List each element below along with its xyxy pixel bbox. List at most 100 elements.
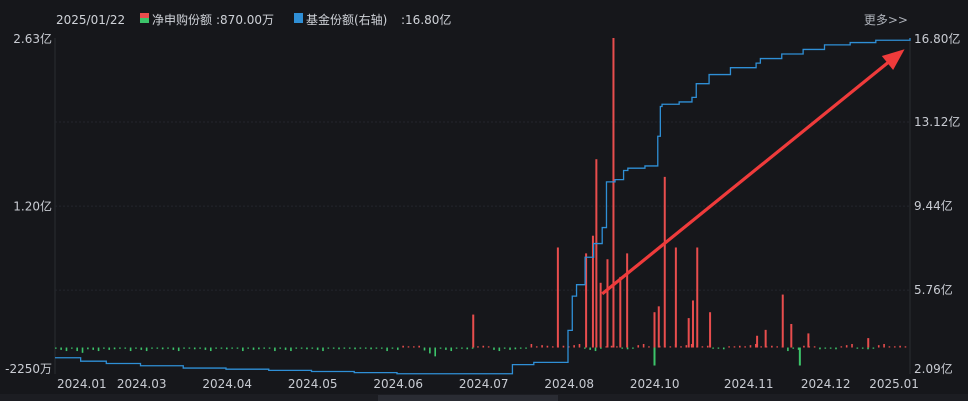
net-purchase-bar <box>851 343 853 348</box>
net-purchase-bar <box>573 345 575 348</box>
net-purchase-bar <box>829 347 832 349</box>
net-purchase-bar <box>556 247 559 348</box>
net-purchase-bar <box>756 335 759 348</box>
net-purchase-bar <box>439 347 442 349</box>
net-purchase-bar <box>359 347 362 349</box>
net-redemption-bar <box>798 347 801 366</box>
net-purchase-bar <box>183 347 185 349</box>
net-purchase-bar <box>348 347 351 349</box>
net-purchase-bar <box>477 346 479 348</box>
net-purchase-bar <box>781 294 784 348</box>
net-purchase-bar <box>612 38 615 348</box>
legend-swatch-share <box>294 13 303 23</box>
net-purchase-bar <box>803 345 805 348</box>
net-purchase-bar <box>498 347 501 352</box>
net-purchase-bar <box>600 347 602 349</box>
bottom-scroll-thumb[interactable] <box>378 395 558 401</box>
legend-share-value: :16.80亿 <box>401 12 451 27</box>
net-purchase-bar <box>904 346 907 348</box>
net-purchase-bar <box>722 347 725 350</box>
net-purchase-bar <box>706 345 709 348</box>
net-purchase-bar <box>626 347 629 350</box>
net-purchase-bar <box>764 329 767 348</box>
net-purchase-bar <box>493 347 495 350</box>
x-axis-tick-label: 2025.01 <box>869 377 919 391</box>
net-purchase-bar <box>472 314 475 348</box>
net-purchase-bar <box>279 347 282 349</box>
net-purchase-bar <box>584 347 586 349</box>
net-purchase-bar <box>252 347 255 350</box>
x-axis-tick-label: 2024.11 <box>724 377 774 391</box>
x-axis-tick-label: 2024.04 <box>202 377 252 391</box>
net-purchase-bar <box>728 346 730 348</box>
net-purchase-bar <box>744 346 746 348</box>
net-purchase-bar <box>883 343 885 348</box>
net-purchase-bar <box>877 345 880 348</box>
right-axis-tick-label: 13.12亿 <box>914 114 960 129</box>
left-axis-tick-label: 1.20亿 <box>13 198 52 213</box>
net-purchase-bar <box>407 346 410 348</box>
left-axis-tick-label: 2.63亿 <box>13 31 52 46</box>
net-purchase-bar <box>514 347 517 350</box>
net-purchase-bar <box>167 347 169 349</box>
net-purchase-bar <box>103 347 105 349</box>
net-purchase-bar <box>749 345 752 348</box>
net-purchase-bar <box>135 347 137 349</box>
net-purchase-bar <box>487 346 490 348</box>
net-purchase-bar <box>530 343 533 348</box>
net-purchase-bar <box>274 347 276 352</box>
net-purchase-bar <box>108 347 111 350</box>
net-purchase-bar <box>525 347 527 349</box>
net-purchase-bar <box>391 347 394 349</box>
net-purchase-bar <box>606 259 609 348</box>
net-purchase-bar <box>790 323 793 348</box>
net-purchase-bars <box>55 38 907 366</box>
net-purchase-bar <box>375 347 378 349</box>
net-purchase-bar <box>418 345 420 348</box>
net-purchase-bar <box>306 347 308 350</box>
net-purchase-bar <box>402 345 404 348</box>
net-purchase-bar <box>519 347 522 349</box>
right-axis-tick-label: 2.09亿 <box>914 361 953 376</box>
net-purchase-bar <box>92 347 95 350</box>
net-purchase-bar <box>145 347 148 352</box>
x-axis-tick-label: 2024.03 <box>117 377 167 391</box>
net-purchase-bar <box>188 347 191 349</box>
net-purchase-bar <box>343 347 346 349</box>
net-purchase-bar <box>161 347 164 350</box>
net-purchase-bar <box>380 347 383 349</box>
net-purchase-bar <box>193 347 196 350</box>
net-purchase-bar <box>258 347 260 350</box>
net-purchase-bar <box>701 346 704 348</box>
net-purchase-bar <box>231 347 233 349</box>
net-purchase-bar <box>354 347 356 350</box>
net-purchase-bar <box>423 347 426 351</box>
net-purchase-bar <box>899 345 901 348</box>
net-purchase-bar <box>712 347 714 349</box>
net-redemption-bar <box>653 347 656 366</box>
net-purchase-bar <box>316 347 319 350</box>
net-purchase-bar <box>322 347 324 352</box>
net-purchase-bar <box>835 347 837 350</box>
net-purchase-bar <box>509 347 511 350</box>
net-purchase-bar <box>535 346 538 348</box>
x-axis-tick-label: 2024.05 <box>288 377 338 391</box>
net-purchase-bar <box>861 347 864 349</box>
x-axis-tick-label: 2024.06 <box>373 377 423 391</box>
net-purchase-bar <box>300 347 303 349</box>
net-purchase-bar <box>648 346 650 348</box>
net-purchase-bar <box>578 343 581 348</box>
net-purchase-bar <box>268 347 271 349</box>
legend-swatch-net-bottom <box>140 18 149 23</box>
net-purchase-bar <box>893 346 896 348</box>
trend-arrow <box>601 49 905 296</box>
net-purchase-bar <box>872 347 875 349</box>
more-link[interactable]: 更多>> <box>864 13 908 27</box>
net-purchase-bar <box>621 347 624 349</box>
net-purchase-bar <box>209 347 212 352</box>
net-purchase-bar <box>71 347 73 349</box>
net-purchase-bar <box>687 318 690 348</box>
net-purchase-bar <box>787 347 789 352</box>
legend-net-value: :870.00万 <box>216 13 274 27</box>
net-purchase-bar <box>653 312 656 348</box>
